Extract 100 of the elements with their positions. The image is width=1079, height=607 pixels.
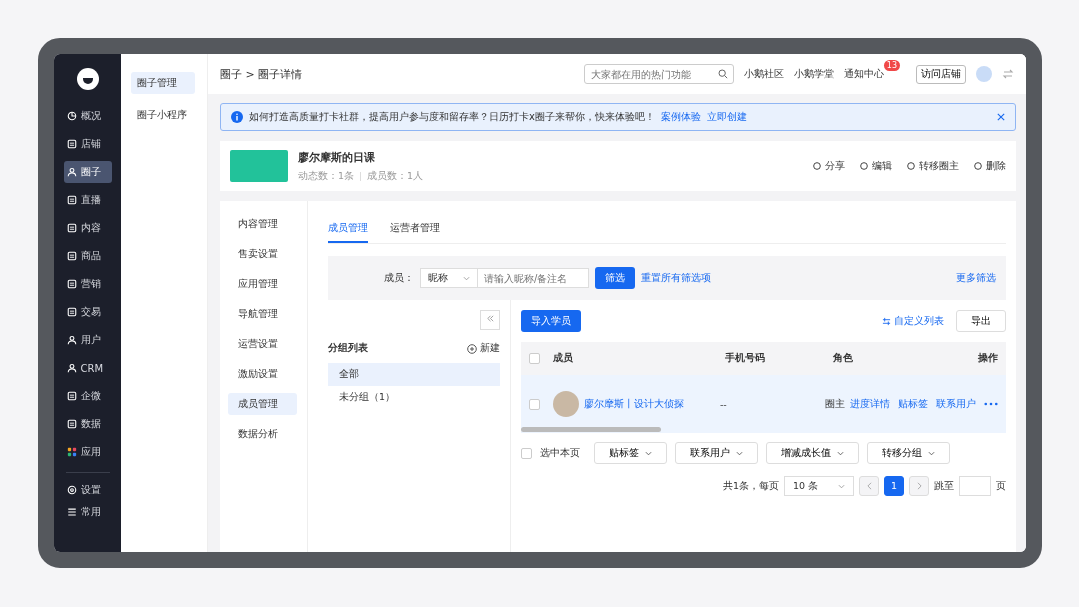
sidebar-item[interactable]: 设置 <box>63 479 112 501</box>
column-header: 操作 <box>977 352 999 365</box>
detail-nav-item[interactable]: 成员管理 <box>228 393 297 415</box>
checkbox[interactable] <box>529 353 540 364</box>
pie-chart-icon <box>66 111 77 121</box>
sidebar-item[interactable]: 营销 <box>63 273 112 295</box>
store-avatar-icon[interactable] <box>976 66 992 82</box>
member-name-link[interactable]: 廖尔摩斯丨设计大侦探 <box>584 397 684 411</box>
visit-store-button[interactable]: 访问店铺 <box>916 64 966 84</box>
custom-columns-link[interactable]: 自定义列表 <box>882 314 944 328</box>
field-select[interactable]: 昵称 <box>420 268 478 288</box>
detail-nav-item[interactable]: 售卖设置 <box>228 243 297 265</box>
search-field[interactable]: 大家都在用的热门功能 <box>583 64 734 84</box>
sidebar-item[interactable]: 内容 <box>63 217 112 239</box>
sidebar-item[interactable]: 应用 <box>63 441 112 463</box>
page-button[interactable]: 1 <box>884 476 904 496</box>
row-action-link[interactable]: 贴标签 <box>898 397 928 411</box>
top-link[interactable]: 通知中心 <box>843 67 884 81</box>
select-page-label: 选中本页 <box>540 446 580 460</box>
previous-page-button[interactable] <box>859 476 879 496</box>
close-icon[interactable] <box>997 113 1005 121</box>
group-list-title: 分组列表 <box>328 342 368 355</box>
detail-nav-item[interactable]: 导航管理 <box>228 303 297 325</box>
export-button[interactable]: 导出 <box>956 310 1006 332</box>
filter-button[interactable]: 筛选 <box>595 267 635 289</box>
sidebar-item[interactable]: 圈子 <box>63 161 112 183</box>
cover-thumbnail <box>230 150 288 182</box>
detail-nav-item[interactable]: 应用管理 <box>228 273 297 295</box>
top-link[interactable]: 小鹅学堂 <box>793 67 834 81</box>
group-item[interactable]: 全部 <box>328 363 500 386</box>
detail-nav-item[interactable]: 内容管理 <box>228 213 297 235</box>
bulk-action-dropdown[interactable]: 转移分组 <box>867 442 950 464</box>
sidebar-item[interactable]: 直播 <box>63 189 112 211</box>
notification-badge: 13 <box>883 60 900 71</box>
settings-icon <box>66 485 77 495</box>
page-jump-field[interactable] <box>959 476 991 496</box>
chevron-right-icon <box>916 482 922 490</box>
sidebar-item[interactable]: 交易 <box>63 301 112 323</box>
import-button[interactable]: 导入学员 <box>521 310 581 332</box>
table-cell-text: 圈主 <box>824 397 846 411</box>
sidebar-item[interactable]: 概况 <box>63 105 112 127</box>
header-action[interactable]: 删除 <box>973 159 1006 173</box>
subnav-item[interactable]: 圈子管理 <box>131 72 195 94</box>
header-action[interactable]: 转移圈主 <box>906 159 959 173</box>
scrollbar[interactable] <box>521 427 661 432</box>
column-header: 角色 <box>833 352 854 365</box>
new-group-button[interactable]: 新建 <box>467 342 500 355</box>
chevron-down-icon <box>928 450 935 456</box>
swap-icon[interactable] <box>1002 68 1014 80</box>
member-count: 成员数：1人 <box>367 169 424 183</box>
page-size-select[interactable]: 10 条 <box>784 476 854 496</box>
header-action[interactable]: 编辑 <box>859 159 892 173</box>
alert-link[interactable]: 案例体验 <box>660 110 701 124</box>
post-count: 动态数：1条 <box>298 169 355 183</box>
apps-icon <box>66 447 77 457</box>
bulk-action-dropdown[interactable]: 增减成长值 <box>766 442 859 464</box>
detail-nav-item[interactable]: 运营设置 <box>228 333 297 355</box>
tab[interactable]: 运营者管理 <box>390 213 440 243</box>
alert-link[interactable]: 立即创建 <box>706 110 747 124</box>
bulk-action-dropdown[interactable]: 贴标签 <box>594 442 667 464</box>
next-page-button[interactable] <box>909 476 929 496</box>
more-icon[interactable] <box>984 402 998 406</box>
subnav-item[interactable]: 圈子小程序 <box>131 104 195 126</box>
users-icon <box>66 363 77 373</box>
more-filters-link[interactable]: 更多筛选 <box>956 271 996 285</box>
detail-nav-item[interactable]: 数据分析 <box>228 423 297 445</box>
collapse-button[interactable] <box>480 310 500 330</box>
jump-label: 跳至 <box>934 479 954 493</box>
logo-icon <box>76 68 99 90</box>
group-item[interactable]: 未分组（1） <box>328 386 500 409</box>
sidebar-item[interactable]: 企微 <box>63 385 112 407</box>
sidebar-item[interactable]: 用户 <box>63 329 112 351</box>
sliders-icon <box>882 316 891 326</box>
search-icon <box>717 69 728 79</box>
chevron-down-icon <box>838 483 845 489</box>
reset-link[interactable]: 重置所有筛选项 <box>641 271 711 285</box>
top-link[interactable]: 小鹅社区 <box>743 67 784 81</box>
sidebar-item[interactable]: 数据 <box>63 413 112 435</box>
checkbox[interactable] <box>529 398 540 410</box>
row-action-link[interactable]: 联系用户 <box>936 397 976 411</box>
sidebar-item[interactable]: 商品 <box>63 245 112 267</box>
chevron-down-icon <box>837 450 844 456</box>
bulk-action-dropdown[interactable]: 联系用户 <box>675 442 758 464</box>
chevron-down-icon <box>645 450 652 456</box>
column-header: 手机号码 <box>725 352 766 365</box>
sidebar-item[interactable]: CRM <box>63 357 112 379</box>
detail-nav-item[interactable]: 激励设置 <box>228 363 297 385</box>
tab[interactable]: 成员管理 <box>328 213 368 243</box>
double-chevron-left-icon <box>485 314 495 323</box>
row-action-link[interactable]: 进度详情 <box>850 397 890 411</box>
sidebar-item[interactable]: 常用 <box>63 501 112 523</box>
list-icon <box>66 507 77 517</box>
header-action[interactable]: 分享 <box>812 159 845 173</box>
avatar <box>553 391 579 417</box>
plus-circle-icon <box>467 343 477 354</box>
total-label: 共1条，每页 <box>722 479 779 493</box>
sidebar-item[interactable]: 店铺 <box>63 133 112 155</box>
checkbox[interactable] <box>521 447 532 459</box>
keyword-field[interactable]: 请输入昵称/备注名 <box>477 268 589 288</box>
breadcrumb: 圈子 > 圈子详情 <box>220 66 303 82</box>
